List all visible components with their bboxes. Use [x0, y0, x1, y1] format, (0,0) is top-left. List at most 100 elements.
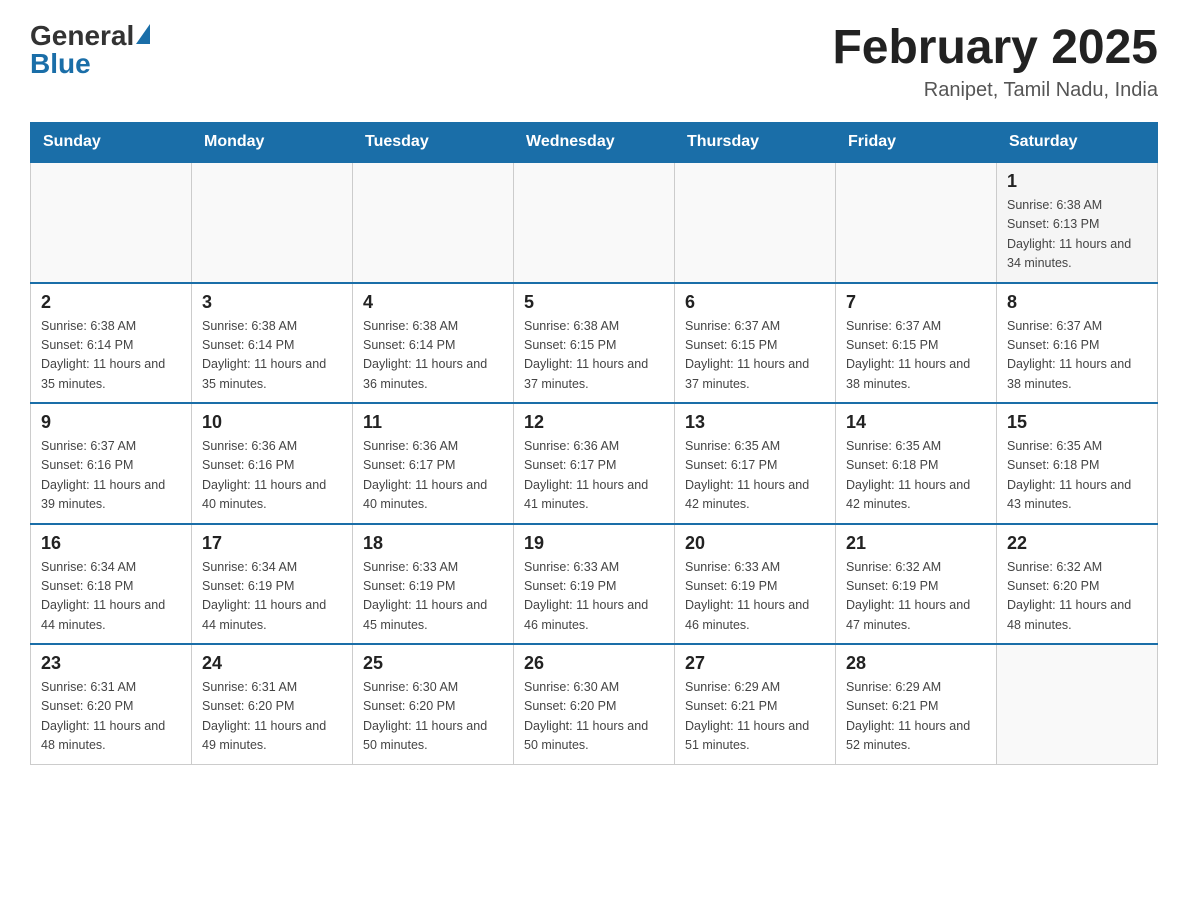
day-of-week-header: Friday [836, 123, 997, 163]
day-number: 25 [363, 653, 503, 674]
day-number: 16 [41, 533, 181, 554]
day-info: Sunrise: 6:37 AM Sunset: 6:16 PM Dayligh… [41, 437, 181, 515]
day-of-week-header: Sunday [31, 123, 192, 163]
day-number: 27 [685, 653, 825, 674]
calendar-day-cell: 11 Sunrise: 6:36 AM Sunset: 6:17 PM Dayli… [353, 403, 514, 524]
day-info: Sunrise: 6:36 AM Sunset: 6:17 PM Dayligh… [524, 437, 664, 515]
logo-blue-text: Blue [30, 48, 150, 80]
logo-triangle-icon [136, 24, 150, 44]
calendar-day-cell: 7 Sunrise: 6:37 AM Sunset: 6:15 PM Daylig… [836, 283, 997, 404]
day-info: Sunrise: 6:38 AM Sunset: 6:13 PM Dayligh… [1007, 196, 1147, 274]
calendar-day-cell: 16 Sunrise: 6:34 AM Sunset: 6:18 PM Dayli… [31, 524, 192, 645]
day-of-week-header: Tuesday [353, 123, 514, 163]
calendar-day-cell: 21 Sunrise: 6:32 AM Sunset: 6:19 PM Dayli… [836, 524, 997, 645]
calendar-day-cell: 23Sunrise: 6:31 AM Sunset: 6:20 PM Dayli… [31, 644, 192, 764]
calendar-subtitle: Ranipet, Tamil Nadu, India [832, 79, 1158, 102]
day-number: 6 [685, 292, 825, 313]
calendar-day-cell [192, 162, 353, 283]
calendar-day-cell: 6 Sunrise: 6:37 AM Sunset: 6:15 PM Daylig… [675, 283, 836, 404]
calendar-day-cell: 9 Sunrise: 6:37 AM Sunset: 6:16 PM Daylig… [31, 403, 192, 524]
day-number: 10 [202, 412, 342, 433]
day-info: Sunrise: 6:38 AM Sunset: 6:15 PM Dayligh… [524, 317, 664, 395]
day-number: 26 [524, 653, 664, 674]
calendar-week-row: 9 Sunrise: 6:37 AM Sunset: 6:16 PM Daylig… [31, 403, 1158, 524]
day-info: Sunrise: 6:29 AM Sunset: 6:21 PM Dayligh… [685, 678, 825, 756]
day-number: 28 [846, 653, 986, 674]
calendar-day-cell: 24Sunrise: 6:31 AM Sunset: 6:20 PM Dayli… [192, 644, 353, 764]
calendar-week-row: 2 Sunrise: 6:38 AM Sunset: 6:14 PM Daylig… [31, 283, 1158, 404]
calendar-day-cell: 13Sunrise: 6:35 AM Sunset: 6:17 PM Dayli… [675, 403, 836, 524]
day-number: 12 [524, 412, 664, 433]
calendar-day-cell: 15 Sunrise: 6:35 AM Sunset: 6:18 PM Dayli… [997, 403, 1158, 524]
day-info: Sunrise: 6:37 AM Sunset: 6:16 PM Dayligh… [1007, 317, 1147, 395]
day-info: Sunrise: 6:31 AM Sunset: 6:20 PM Dayligh… [41, 678, 181, 756]
calendar-day-cell [836, 162, 997, 283]
day-of-week-header: Wednesday [514, 123, 675, 163]
calendar-day-cell [675, 162, 836, 283]
calendar-day-cell: 22 Sunrise: 6:32 AM Sunset: 6:20 PM Dayli… [997, 524, 1158, 645]
day-number: 4 [363, 292, 503, 313]
calendar-day-cell: 18Sunrise: 6:33 AM Sunset: 6:19 PM Dayli… [353, 524, 514, 645]
day-number: 7 [846, 292, 986, 313]
calendar-day-cell: 14 Sunrise: 6:35 AM Sunset: 6:18 PM Dayli… [836, 403, 997, 524]
day-info: Sunrise: 6:36 AM Sunset: 6:17 PM Dayligh… [363, 437, 503, 515]
calendar-day-cell: 27 Sunrise: 6:29 AM Sunset: 6:21 PM Dayli… [675, 644, 836, 764]
calendar-day-cell: 20Sunrise: 6:33 AM Sunset: 6:19 PM Dayli… [675, 524, 836, 645]
day-number: 22 [1007, 533, 1147, 554]
day-number: 15 [1007, 412, 1147, 433]
day-info: Sunrise: 6:29 AM Sunset: 6:21 PM Dayligh… [846, 678, 986, 756]
day-of-week-header: Thursday [675, 123, 836, 163]
day-number: 11 [363, 412, 503, 433]
calendar-table: SundayMondayTuesdayWednesdayThursdayFrid… [30, 122, 1158, 765]
calendar-day-cell: 19 Sunrise: 6:33 AM Sunset: 6:19 PM Dayli… [514, 524, 675, 645]
calendar-day-cell: 26 Sunrise: 6:30 AM Sunset: 6:20 PM Dayli… [514, 644, 675, 764]
day-number: 13 [685, 412, 825, 433]
calendar-body: 1 Sunrise: 6:38 AM Sunset: 6:13 PM Daylig… [31, 162, 1158, 764]
calendar-week-row: 1 Sunrise: 6:38 AM Sunset: 6:13 PM Daylig… [31, 162, 1158, 283]
day-info: Sunrise: 6:30 AM Sunset: 6:20 PM Dayligh… [363, 678, 503, 756]
day-number: 9 [41, 412, 181, 433]
day-number: 17 [202, 533, 342, 554]
calendar-day-cell: 5Sunrise: 6:38 AM Sunset: 6:15 PM Daylig… [514, 283, 675, 404]
day-of-week-header: Saturday [997, 123, 1158, 163]
calendar-day-cell: 25 Sunrise: 6:30 AM Sunset: 6:20 PM Dayli… [353, 644, 514, 764]
day-number: 21 [846, 533, 986, 554]
calendar-title: February 2025 [832, 20, 1158, 75]
day-number: 2 [41, 292, 181, 313]
calendar-day-cell: 3 Sunrise: 6:38 AM Sunset: 6:14 PM Daylig… [192, 283, 353, 404]
days-of-week-row: SundayMondayTuesdayWednesdayThursdayFrid… [31, 123, 1158, 163]
calendar-week-row: 16 Sunrise: 6:34 AM Sunset: 6:18 PM Dayli… [31, 524, 1158, 645]
page-header: General Blue February 2025 Ranipet, Tami… [30, 20, 1158, 102]
title-block: February 2025 Ranipet, Tamil Nadu, India [832, 20, 1158, 102]
day-number: 14 [846, 412, 986, 433]
day-info: Sunrise: 6:37 AM Sunset: 6:15 PM Dayligh… [685, 317, 825, 395]
day-info: Sunrise: 6:36 AM Sunset: 6:16 PM Dayligh… [202, 437, 342, 515]
calendar-day-cell [353, 162, 514, 283]
calendar-day-cell: 2Sunrise: 6:38 AM Sunset: 6:14 PM Daylig… [31, 283, 192, 404]
day-info: Sunrise: 6:33 AM Sunset: 6:19 PM Dayligh… [524, 558, 664, 636]
day-info: Sunrise: 6:35 AM Sunset: 6:18 PM Dayligh… [846, 437, 986, 515]
day-number: 24 [202, 653, 342, 674]
calendar-day-cell [997, 644, 1158, 764]
calendar-day-cell [31, 162, 192, 283]
day-number: 1 [1007, 171, 1147, 192]
day-info: Sunrise: 6:34 AM Sunset: 6:18 PM Dayligh… [41, 558, 181, 636]
calendar-day-cell: 28 Sunrise: 6:29 AM Sunset: 6:21 PM Dayli… [836, 644, 997, 764]
day-info: Sunrise: 6:38 AM Sunset: 6:14 PM Dayligh… [202, 317, 342, 395]
day-info: Sunrise: 6:37 AM Sunset: 6:15 PM Dayligh… [846, 317, 986, 395]
calendar-day-cell: 17Sunrise: 6:34 AM Sunset: 6:19 PM Dayli… [192, 524, 353, 645]
day-of-week-header: Monday [192, 123, 353, 163]
day-info: Sunrise: 6:30 AM Sunset: 6:20 PM Dayligh… [524, 678, 664, 756]
calendar-day-cell: 8Sunrise: 6:37 AM Sunset: 6:16 PM Daylig… [997, 283, 1158, 404]
day-number: 19 [524, 533, 664, 554]
day-number: 18 [363, 533, 503, 554]
day-info: Sunrise: 6:32 AM Sunset: 6:19 PM Dayligh… [846, 558, 986, 636]
day-number: 3 [202, 292, 342, 313]
day-info: Sunrise: 6:35 AM Sunset: 6:18 PM Dayligh… [1007, 437, 1147, 515]
calendar-day-cell: 4 Sunrise: 6:38 AM Sunset: 6:14 PM Daylig… [353, 283, 514, 404]
day-info: Sunrise: 6:38 AM Sunset: 6:14 PM Dayligh… [363, 317, 503, 395]
calendar-header: SundayMondayTuesdayWednesdayThursdayFrid… [31, 123, 1158, 163]
day-info: Sunrise: 6:33 AM Sunset: 6:19 PM Dayligh… [685, 558, 825, 636]
calendar-week-row: 23Sunrise: 6:31 AM Sunset: 6:20 PM Dayli… [31, 644, 1158, 764]
day-info: Sunrise: 6:32 AM Sunset: 6:20 PM Dayligh… [1007, 558, 1147, 636]
